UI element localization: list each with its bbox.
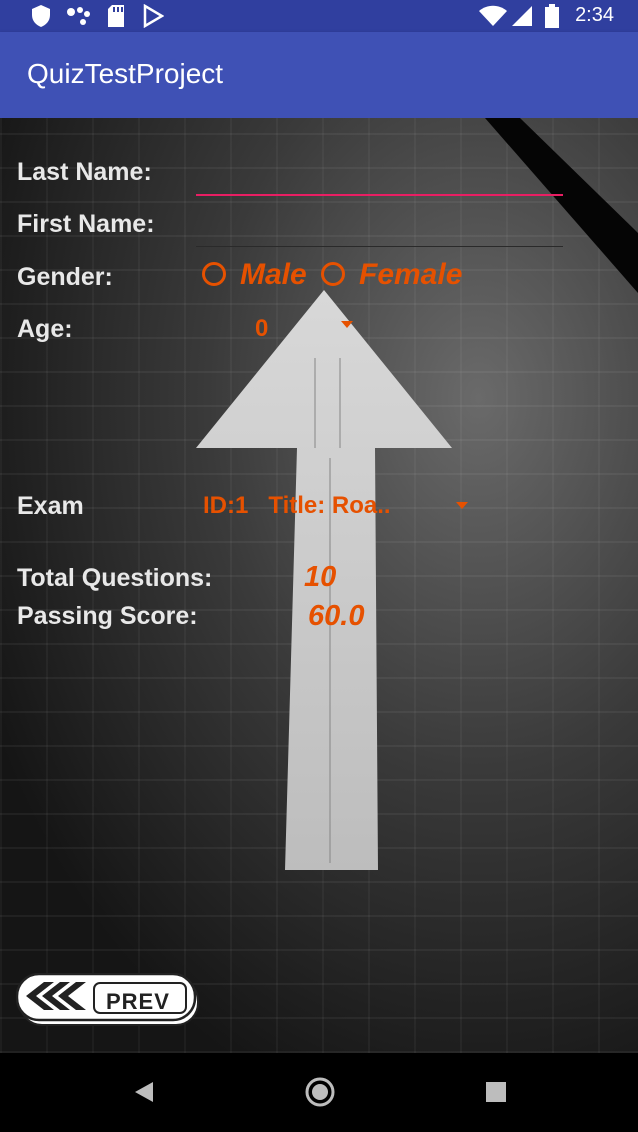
status-time: 2:34 xyxy=(575,4,614,26)
double-chevron-left-icon xyxy=(26,982,86,1010)
recents-icon[interactable] xyxy=(485,1081,507,1103)
radio-male-label[interactable]: Male xyxy=(240,258,307,292)
prev-button-label: PREV xyxy=(106,989,170,1014)
app-bar: QuizTestProject xyxy=(0,32,638,118)
home-icon[interactable] xyxy=(304,1076,336,1108)
passing-score-value: 60.0 xyxy=(308,600,365,632)
content-area: Last Name: First Name: Gender: Male Fema… xyxy=(0,118,638,1053)
play-store-icon xyxy=(143,4,164,28)
radio-male[interactable] xyxy=(202,262,226,286)
last-name-label: Last Name: xyxy=(17,158,152,186)
total-questions-label: Total Questions: xyxy=(17,564,213,592)
gender-label: Gender: xyxy=(17,263,113,291)
back-icon[interactable] xyxy=(132,1080,156,1104)
age-label: Age: xyxy=(17,315,73,343)
prev-button[interactable]: PREV xyxy=(16,973,200,1029)
first-name-label: First Name: xyxy=(17,210,155,238)
exam-value: ID:1 Title: Roa.. xyxy=(203,492,391,519)
exam-label: Exam xyxy=(17,492,84,520)
signal-icon xyxy=(512,6,532,26)
wifi-icon xyxy=(479,5,507,26)
app-title: QuizTestProject xyxy=(27,58,224,89)
nav-bar xyxy=(0,1053,638,1132)
radio-female-label[interactable]: Female xyxy=(359,258,462,292)
radio-female[interactable] xyxy=(321,262,345,286)
last-name-input[interactable] xyxy=(196,194,563,196)
exam-spinner[interactable]: ID:1 Title: Roa.. xyxy=(200,486,475,526)
share-icon xyxy=(67,7,90,25)
age-dropdown-icon xyxy=(341,321,353,328)
total-questions-value: 10 xyxy=(304,561,337,593)
age-spinner[interactable]: 0 xyxy=(250,310,360,346)
shield-icon xyxy=(32,5,50,27)
sd-card-icon xyxy=(108,5,124,27)
age-value: 0 xyxy=(255,315,269,342)
passing-score-label: Passing Score: xyxy=(17,602,198,630)
exam-dropdown-icon xyxy=(456,502,468,509)
battery-icon xyxy=(545,4,559,28)
first-name-input[interactable] xyxy=(196,246,563,247)
status-bar: 2:34 xyxy=(0,0,638,32)
